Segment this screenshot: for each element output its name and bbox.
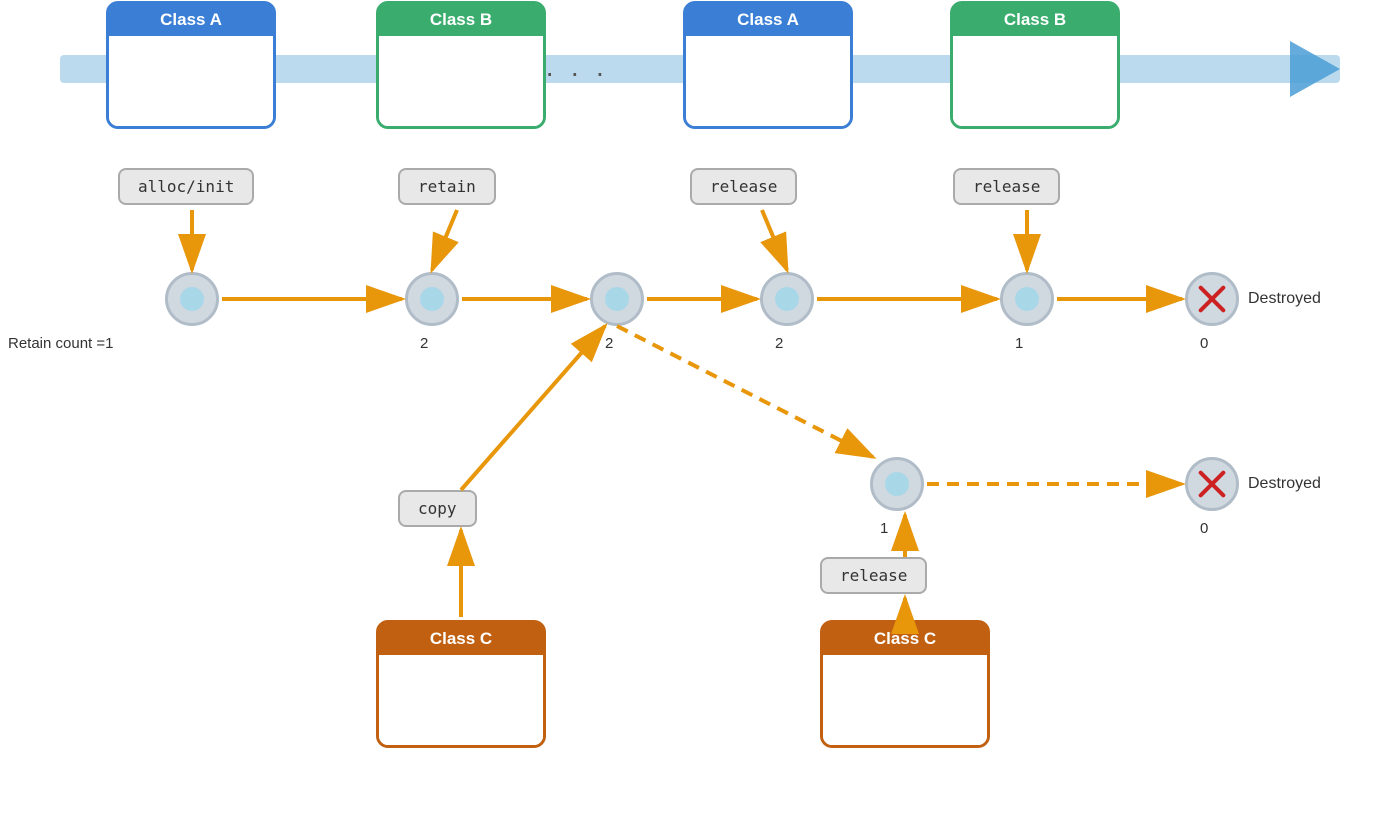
circle-node-2 — [405, 272, 459, 326]
count-label-d2: 0 — [1200, 520, 1208, 537]
x-mark-2 — [1194, 466, 1230, 502]
class-box-a2: Class A — [683, 1, 853, 129]
circle-inner-4 — [771, 283, 803, 315]
op-copy: copy — [398, 490, 477, 527]
circle-node-6 — [870, 457, 924, 511]
timeline-arrowhead — [1290, 41, 1340, 97]
class-b1-header: Class B — [379, 4, 543, 36]
class-box-c1: Class C — [376, 620, 546, 748]
arrow-release1-to-n4 — [762, 210, 787, 270]
op-alloc-init: alloc/init — [118, 168, 254, 205]
count-label-3: 2 — [605, 335, 613, 352]
circle-inner-6 — [881, 468, 913, 500]
circle-inner-5 — [1011, 283, 1043, 315]
count-label-1: Retain count =1 — [8, 335, 114, 352]
class-box-a1: Class A — [106, 1, 276, 129]
count-label-4: 2 — [775, 335, 783, 352]
arrow-retain-to-n2 — [432, 210, 457, 270]
circle-node-1 — [165, 272, 219, 326]
class-a2-header: Class A — [686, 4, 850, 36]
diagram: · · · Class A Class B Class A Class B Cl… — [0, 0, 1393, 822]
op-release-3: release — [820, 557, 927, 594]
count-label-d1: 0 — [1200, 335, 1208, 352]
arrow-n3-to-n6-dash — [617, 326, 873, 457]
circle-inner-3 — [601, 283, 633, 315]
class-box-b1: Class B — [376, 1, 546, 129]
class-c2-body — [823, 655, 987, 745]
arrow-copy-to-n3 — [461, 326, 605, 490]
class-b2-body — [953, 36, 1117, 126]
circle-destroyed-1 — [1185, 272, 1239, 326]
op-release-2: release — [953, 168, 1060, 205]
destroyed-label-2: Destroyed — [1248, 475, 1321, 493]
op-release-1: release — [690, 168, 797, 205]
count-label-5: 1 — [1015, 335, 1023, 352]
class-a2-body — [686, 36, 850, 126]
class-c2-header: Class C — [823, 623, 987, 655]
circle-node-5 — [1000, 272, 1054, 326]
circle-inner-2 — [416, 283, 448, 315]
class-b2-header: Class B — [953, 4, 1117, 36]
x-mark-1 — [1194, 281, 1230, 317]
class-c1-header: Class C — [379, 623, 543, 655]
class-b1-body — [379, 36, 543, 126]
class-a1-header: Class A — [109, 4, 273, 36]
timeline-dots: · · · — [545, 57, 609, 89]
class-a1-body — [109, 36, 273, 126]
op-retain: retain — [398, 168, 496, 205]
count-label-6: 1 — [880, 520, 888, 537]
count-label-2: 2 — [420, 335, 428, 352]
circle-inner-1 — [176, 283, 208, 315]
class-box-b2: Class B — [950, 1, 1120, 129]
destroyed-label-1: Destroyed — [1248, 290, 1321, 308]
circle-node-3 — [590, 272, 644, 326]
circle-node-4 — [760, 272, 814, 326]
class-c1-body — [379, 655, 543, 745]
class-box-c2: Class C — [820, 620, 990, 748]
circle-destroyed-2 — [1185, 457, 1239, 511]
